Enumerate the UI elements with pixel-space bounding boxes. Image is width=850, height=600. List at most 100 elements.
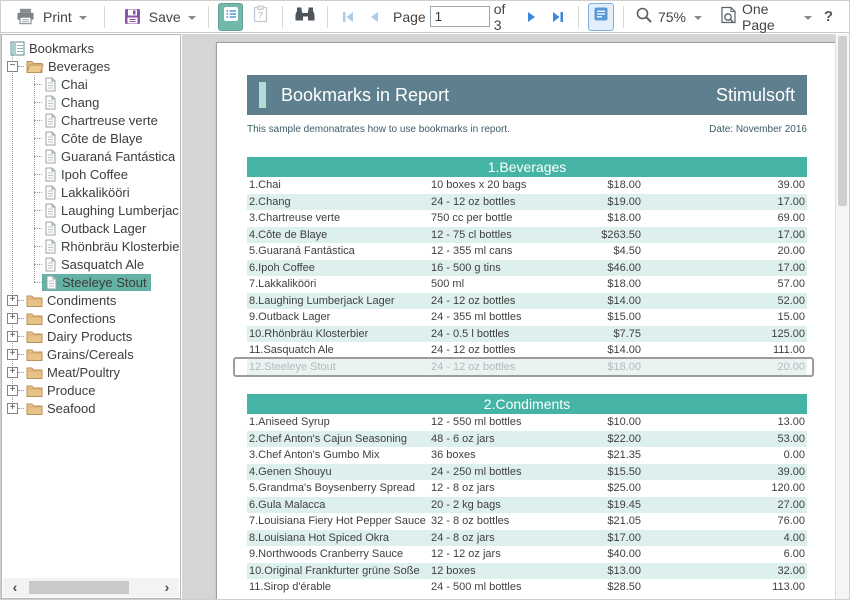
- document-icon: [44, 185, 57, 200]
- expander-icon[interactable]: +: [7, 403, 18, 414]
- scrollbar-track[interactable]: [27, 578, 155, 597]
- cell-quantity-per-unit: 24 - 12 oz bottles: [431, 196, 581, 208]
- bookmarks-panel: Bookmarks−BeveragesChaiChangChartreuse v…: [1, 34, 181, 599]
- view-mode-control[interactable]: One Page: [716, 0, 816, 35]
- cell-units-in-stock: 57.00: [641, 278, 807, 290]
- separator: [327, 6, 328, 28]
- cell-unit-price: $46.00: [581, 262, 641, 274]
- expander-icon[interactable]: +: [7, 349, 18, 360]
- expander-icon[interactable]: +: [7, 295, 18, 306]
- tree-item-lakkalik-ri[interactable]: Lakkalikööri: [2, 183, 179, 201]
- tree-folder-confections[interactable]: + Confections: [2, 309, 179, 327]
- cell-quantity-per-unit: 12 boxes: [431, 565, 581, 577]
- cell-product-name: 12.Steeleye Stout: [247, 361, 431, 373]
- tree-item-laughing-lumberjack-lager[interactable]: Laughing Lumberjack Lager: [2, 201, 179, 219]
- report-brand: Stimulsoft: [716, 85, 795, 106]
- expander-icon[interactable]: +: [7, 331, 18, 342]
- bookmarks-panel-toggle[interactable]: [218, 3, 244, 31]
- last-page-button[interactable]: [549, 6, 567, 28]
- tree-folder-label: Meat/Poultry: [47, 365, 120, 380]
- cell-product-name: 4.Côte de Blaye: [247, 229, 431, 241]
- scrollbar-thumb[interactable]: [838, 36, 847, 206]
- tree-folder-seafood[interactable]: +Seafood: [2, 399, 179, 417]
- expander-icon[interactable]: +: [7, 367, 18, 378]
- page-total-label: of 3: [494, 1, 515, 33]
- zoom-control[interactable]: 75%: [631, 4, 706, 29]
- tree-connector: [34, 210, 42, 211]
- cell-units-in-stock: 6.00: [641, 548, 807, 560]
- tree-folder-produce[interactable]: +Produce: [2, 381, 179, 399]
- cell-product-name: 8.Louisiana Hot Spiced Okra: [247, 532, 431, 544]
- chevron-down-icon: [79, 16, 87, 20]
- find-button[interactable]: [292, 3, 318, 31]
- report-icon: [10, 41, 25, 56]
- cell-unit-price: $13.00: [581, 565, 641, 577]
- cell-product-name: 10.Original Frankfurter grüne Soße: [247, 565, 431, 577]
- table-row: 12.Steeleye Stout24 - 12 oz bottles$18.0…: [247, 359, 807, 376]
- page-number-input[interactable]: [430, 6, 490, 27]
- tree-folder-label: Confections: [47, 311, 116, 326]
- tree-folder-condiments[interactable]: +Condiments: [2, 291, 179, 309]
- report-title: Bookmarks in Report: [281, 85, 449, 106]
- print-button[interactable]: Print: [9, 6, 92, 27]
- preview-vertical-scrollbar[interactable]: [835, 34, 849, 599]
- table-row: 11.Sirop d'érable24 - 500 ml bottles$28.…: [247, 579, 807, 596]
- tree-item-ipoh-coffee[interactable]: Ipoh Coffee: [2, 165, 179, 183]
- save-icon: [124, 8, 141, 25]
- table-row: 2.Chef Anton's Cajun Seasoning48 - 6 oz …: [247, 431, 807, 448]
- report-banner: Bookmarks in Report Stimulsoft: [247, 75, 807, 115]
- table-row: 8.Laughing Lumberjack Lager24 - 12 oz bo…: [247, 293, 807, 310]
- table-row: 4.Côte de Blaye12 - 75 cl bottles$263.50…: [247, 227, 807, 244]
- tree-item-c-te-de-blaye[interactable]: Côte de Blaye: [2, 129, 179, 147]
- save-button[interactable]: Save: [117, 6, 201, 27]
- tree-folder-meat-poultry[interactable]: + Meat/Poultry: [2, 363, 179, 381]
- tree-folder-dairy-products[interactable]: +Dairy Products: [2, 327, 179, 345]
- tree-item-label: Lakkalikööri: [61, 185, 130, 200]
- cell-units-in-stock: 113.00: [641, 581, 807, 593]
- parameters-button[interactable]: ?: [247, 3, 273, 31]
- next-page-button[interactable]: [523, 6, 541, 28]
- scroll-left-arrow[interactable]: ‹: [3, 578, 27, 597]
- cell-quantity-per-unit: 10 boxes x 20 bags: [431, 179, 581, 191]
- tree-connector: [34, 228, 42, 229]
- tree-item-sasquatch-ale[interactable]: Sasquatch Ale: [2, 255, 179, 273]
- scrollbar-thumb[interactable]: [29, 581, 129, 594]
- previous-page-button[interactable]: [365, 6, 383, 28]
- help-button[interactable]: ?: [816, 8, 841, 25]
- first-page-button[interactable]: [339, 6, 357, 28]
- tree-folder-grains-cereals[interactable]: +Grains/Cereals: [2, 345, 179, 363]
- cell-product-name: 3.Chartreuse verte: [247, 212, 431, 224]
- editor-mode-button[interactable]: [588, 3, 614, 31]
- cell-unit-price: $19.45: [581, 499, 641, 511]
- cell-quantity-per-unit: 500 ml: [431, 278, 581, 290]
- next-row-partial: [247, 599, 807, 600]
- scroll-right-arrow[interactable]: ›: [155, 578, 179, 597]
- cell-product-name: 6.Gula Malacca: [247, 499, 431, 511]
- tree-item-steeleye-stout[interactable]: Steeleye Stout: [2, 273, 179, 291]
- cell-product-name: 1.Chai: [247, 179, 431, 191]
- tree-item-label: Rhönbräu Klosterbier: [61, 239, 179, 254]
- table-row: 7.Lakkalikööri500 ml$18.0057.00: [247, 276, 807, 293]
- tree-item-chartreuse-verte[interactable]: Chartreuse verte: [2, 111, 179, 129]
- expander-icon[interactable]: −: [7, 61, 18, 72]
- cell-units-in-stock: 17.00: [641, 262, 807, 274]
- tree-item-chang[interactable]: Chang: [2, 93, 179, 111]
- cell-quantity-per-unit: 12 - 12 oz jars: [431, 548, 581, 560]
- document-icon: [44, 257, 57, 272]
- folder-icon: [26, 348, 43, 361]
- tree-item-outback-lager[interactable]: Outback Lager: [2, 219, 179, 237]
- tree-folder-beverages[interactable]: −Beverages: [2, 57, 179, 75]
- cell-product-name: 2.Chef Anton's Cajun Seasoning: [247, 433, 431, 445]
- tree-item-rh-nbr-u-klosterbier[interactable]: Rhönbräu Klosterbier: [2, 237, 179, 255]
- expander-icon[interactable]: +: [7, 385, 18, 396]
- binoculars-icon: [294, 6, 316, 27]
- folder-icon: [26, 330, 43, 343]
- cell-product-name: 10.Rhönbräu Klosterbier: [247, 328, 431, 340]
- cell-units-in-stock: 53.00: [641, 433, 807, 445]
- tree-root-bookmarks[interactable]: Bookmarks: [2, 39, 179, 57]
- cell-product-name: 5.Guaraná Fantástica: [247, 245, 431, 257]
- expander-icon[interactable]: +: [7, 313, 18, 324]
- tree-item-guaran-fant-stica[interactable]: Guaraná Fantástica: [2, 147, 179, 165]
- tree-item-chai[interactable]: Chai: [2, 75, 179, 93]
- cell-quantity-per-unit: 24 - 12 oz bottles: [431, 295, 581, 307]
